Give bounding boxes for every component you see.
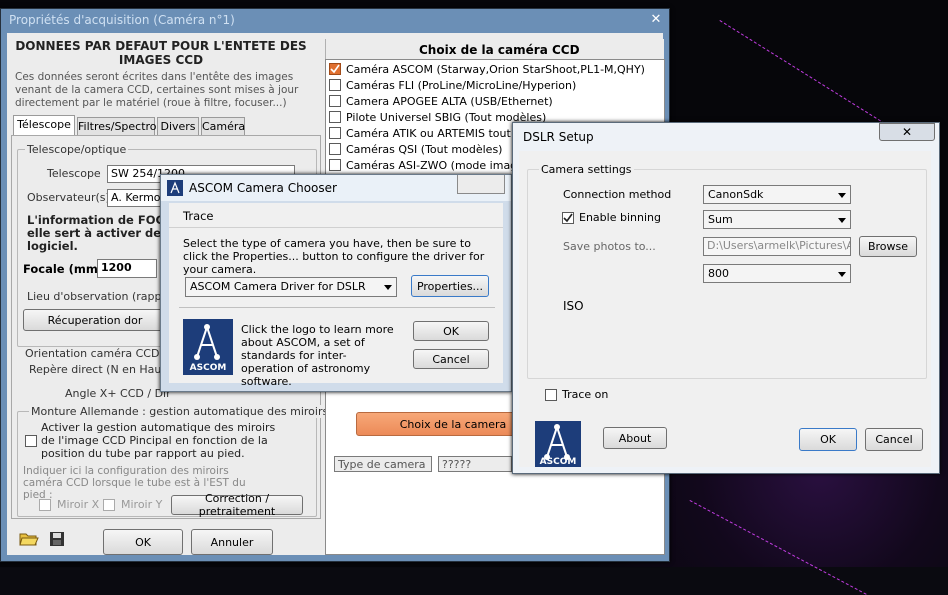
ccd-list-item[interactable]: Caméra ASCOM (Starway,Orion StarShoot,PL… bbox=[329, 62, 645, 78]
main-title: Propriétés d'acquisition (Caméra n°1) bbox=[9, 13, 235, 27]
ccd-item-label: Caméra ASCOM (Starway,Orion StarShoot,PL… bbox=[346, 63, 645, 76]
tab-telescope[interactable]: Télescope bbox=[13, 115, 75, 135]
ccd-item-checkbox[interactable] bbox=[329, 159, 341, 171]
ok-button[interactable]: OK bbox=[103, 529, 183, 555]
dslr-cancel-button[interactable]: Cancel bbox=[865, 428, 923, 451]
ccd-list-item[interactable]: Camera APOGEE ALTA (USB/Ethernet) bbox=[329, 94, 553, 110]
about-button[interactable]: About bbox=[603, 427, 667, 449]
ccd-list-item[interactable]: Caméras ASI-ZWO (mode image pa bbox=[329, 158, 541, 174]
connection-label: Connection method bbox=[563, 188, 672, 201]
ascom-chooser-window: ASCOM Camera Chooser Trace Select the ty… bbox=[160, 174, 512, 392]
tab-camera[interactable]: Caméra bbox=[201, 117, 245, 135]
ascom-logo-button[interactable]: ASCOM bbox=[183, 319, 233, 375]
observer-label: Observateur(s) bbox=[27, 191, 110, 204]
browse-button[interactable]: Browse bbox=[859, 236, 917, 257]
ccd-item-checkbox[interactable] bbox=[329, 127, 341, 139]
camera-settings-label: Camera settings bbox=[539, 163, 634, 176]
binning-label: Enable binning bbox=[579, 211, 661, 224]
header-heading: DONNEES PAR DEFAUT POUR L'ENTETE DES IMA… bbox=[15, 39, 307, 67]
focal-label: Focale (mm) bbox=[23, 262, 104, 276]
driver-select[interactable]: ASCOM Camera Driver for DSLR bbox=[185, 277, 397, 297]
trace-label: Trace on bbox=[562, 388, 609, 401]
ascom-separator bbox=[179, 307, 495, 308]
ccd-item-label: Caméras FLI (ProLine/MicroLine/Hyperion) bbox=[346, 79, 577, 92]
orientation-group-label: Orientation caméra CCD bbox=[25, 347, 160, 360]
mirror-x-label: Miroir X bbox=[57, 498, 100, 511]
chevron-down-icon bbox=[384, 285, 392, 290]
recup-button[interactable]: Récuperation dor bbox=[23, 309, 167, 331]
dslr-ascom-logo[interactable]: ASCOM bbox=[535, 421, 581, 467]
connection-select[interactable]: CanonSdk bbox=[703, 185, 851, 204]
ccd-list-item[interactable]: Caméras QSI (Tout modèles) bbox=[329, 142, 502, 158]
mirror-x-checkbox[interactable] bbox=[39, 499, 51, 511]
mirror-y-checkbox[interactable] bbox=[103, 499, 115, 511]
tab-misc[interactable]: Divers bbox=[157, 117, 199, 135]
close-icon[interactable]: ✕ bbox=[649, 13, 663, 27]
ccd-item-checkbox[interactable] bbox=[329, 143, 341, 155]
iso-select[interactable]: 800 bbox=[703, 264, 851, 283]
binning-select[interactable]: Sum bbox=[703, 210, 851, 229]
auto-mirror-text: Activer la gestion automatique des miroi… bbox=[41, 421, 276, 460]
ascom-close-button[interactable] bbox=[457, 175, 505, 194]
cancel-button[interactable]: Annuler bbox=[191, 529, 273, 555]
menu-trace[interactable]: Trace bbox=[183, 209, 214, 223]
dslr-title: DSLR Setup bbox=[523, 130, 594, 144]
camera-type-label: Type de camera bbox=[334, 456, 432, 472]
dslr-ok-button[interactable]: OK bbox=[799, 428, 857, 451]
ascom-logo-text: Click the logo to learn more about ASCOM… bbox=[241, 323, 394, 388]
mirror-y-label: Miroir Y bbox=[121, 498, 163, 511]
telescope-label: Telescope bbox=[47, 167, 101, 180]
ccd-item-checkbox[interactable] bbox=[329, 95, 341, 107]
focal-info-2: elle sert à activer des f bbox=[27, 226, 177, 240]
observer-input[interactable]: A. Kermor bbox=[107, 189, 167, 207]
telescope-group-label: Telescope/optique bbox=[25, 143, 129, 156]
dslr-client: Camera settings Connection method CanonS… bbox=[519, 151, 931, 467]
dslr-setup-window: DSLR Setup ✕ Camera settings Connection … bbox=[512, 122, 940, 474]
ascom-ok-button[interactable]: OK bbox=[413, 321, 489, 341]
binning-checkbox[interactable] bbox=[562, 212, 574, 224]
save-disk-icon[interactable] bbox=[49, 531, 65, 547]
dslr-close-button[interactable]: ✕ bbox=[879, 123, 935, 141]
chevron-down-icon bbox=[838, 192, 846, 198]
ccd-item-checkbox[interactable] bbox=[329, 111, 341, 123]
ascom-cancel-button[interactable]: Cancel bbox=[413, 349, 489, 369]
focal-info-1: L'information de FOCAL bbox=[27, 213, 181, 227]
header-intro: Ces données seront écrites dans l'entête… bbox=[15, 71, 299, 109]
ccd-item-label: Caméra ATIK ou ARTEMIS tout mo bbox=[346, 127, 532, 140]
ccd-heading: Choix de la caméra CCD bbox=[419, 43, 580, 57]
ascom-instructions: Select the type of camera you have, then… bbox=[183, 237, 485, 276]
ascom-logo-icon bbox=[167, 180, 183, 196]
open-folder-icon[interactable] bbox=[19, 531, 39, 547]
iso-label: ISO bbox=[563, 299, 584, 313]
ccd-item-label: Caméras QSI (Tout modèles) bbox=[346, 143, 503, 156]
save-label: Save photos to... bbox=[563, 240, 656, 253]
ascom-title: ASCOM Camera Chooser bbox=[189, 181, 337, 195]
ascom-client: Trace Select the type of camera you have… bbox=[169, 203, 503, 388]
menu-separator bbox=[169, 227, 503, 228]
lieu-label: Lieu d'observation (rappel) bbox=[27, 290, 176, 303]
ccd-list-item[interactable]: Caméra ATIK ou ARTEMIS tout mo bbox=[329, 126, 532, 142]
auto-mirror-checkbox[interactable] bbox=[25, 435, 37, 447]
save-path-input[interactable]: D:\Users\armelk\Pictures\ASI bbox=[703, 237, 851, 256]
ccd-item-label: Camera APOGEE ALTA (USB/Ethernet) bbox=[346, 95, 553, 108]
dslr-logo-label: ASCOM bbox=[539, 457, 577, 467]
chevron-down-icon bbox=[838, 271, 846, 277]
trace-checkbox[interactable] bbox=[545, 389, 557, 401]
chevron-down-icon bbox=[838, 217, 846, 223]
monture-group-label: Monture Allemande : gestion automatique … bbox=[29, 405, 331, 418]
angle-label: Angle X+ CCD / Dir bbox=[65, 387, 171, 400]
repere-label: Repère direct (N en Haut, E bbox=[29, 363, 180, 376]
ascom-logo-label: ASCOM bbox=[189, 363, 227, 373]
close-icon: ✕ bbox=[901, 125, 913, 139]
focal-info-3: logiciel. bbox=[27, 239, 78, 253]
focal-input[interactable]: 1200 bbox=[97, 259, 157, 278]
properties-button[interactable]: Properties... bbox=[411, 275, 489, 297]
correction-button[interactable]: Correction / pretraitement bbox=[171, 492, 303, 518]
ccd-item-checkbox[interactable] bbox=[329, 79, 341, 91]
tab-filters[interactable]: Filtres/Spectro bbox=[77, 117, 157, 135]
ccd-list-item[interactable]: Caméras FLI (ProLine/MicroLine/Hyperion) bbox=[329, 78, 576, 94]
ccd-item-checkbox[interactable] bbox=[329, 63, 341, 75]
camera-type-value: ????? bbox=[438, 456, 512, 472]
